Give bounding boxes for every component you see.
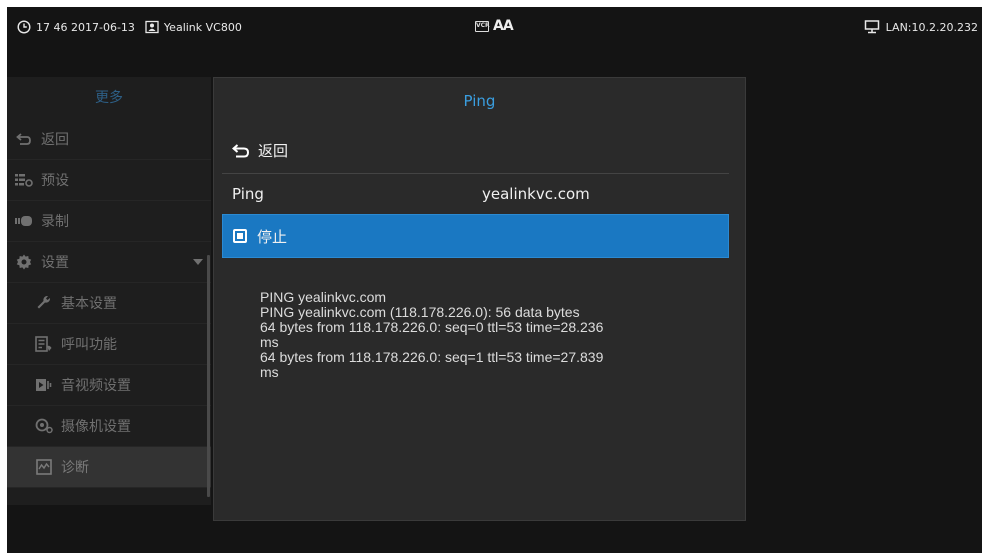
- menu-item-audio-video[interactable]: 音视频设置: [7, 365, 211, 406]
- menu-item-label: 录制: [41, 214, 69, 230]
- menu-item-diagnostics[interactable]: 诊断: [7, 447, 211, 488]
- panel-title: Ping: [463, 92, 496, 110]
- output-line: ms: [260, 364, 279, 380]
- stop-label: 停止: [257, 227, 288, 246]
- stop-button[interactable]: 停止: [222, 214, 729, 258]
- status-left: 17 46 2017-06-13 Yealink VC800: [17, 20, 242, 34]
- font-size-icon: AA: [493, 18, 514, 34]
- status-center: VCR AA: [475, 18, 514, 34]
- menu-scrollbar[interactable]: [207, 255, 210, 497]
- output-line: PING yealinkvc.com (118.178.226.0): 56 d…: [260, 304, 580, 320]
- status-bar: 17 46 2017-06-13 Yealink VC800 VCR AA LA…: [7, 7, 982, 49]
- back-button[interactable]: 返回: [222, 130, 729, 171]
- output-line: 64 bytes from 118.178.226.0: seq=1 ttl=5…: [260, 349, 604, 365]
- wrench-icon: [35, 295, 53, 311]
- ping-output: PING yealinkvc.com PING yealinkvc.com (1…: [260, 290, 730, 380]
- menu-item-label: 摄像机设置: [61, 419, 131, 435]
- menu-item-camera-settings[interactable]: 摄像机设置: [7, 406, 211, 447]
- menu-item-record[interactable]: 录制: [7, 201, 211, 242]
- menu-item-label: 诊断: [61, 460, 89, 476]
- output-line: PING yealinkvc.com: [260, 289, 387, 305]
- more-menu: 更多 返回 预设 录制 设置 基本设置 呼叫功能 音视频设置 摄像机设置 诊断: [7, 77, 211, 505]
- menu-item-label: 返回: [41, 132, 69, 148]
- menu-item-settings[interactable]: 设置: [7, 242, 211, 283]
- ping-target-row[interactable]: Ping yealinkvc.com: [222, 173, 729, 214]
- stop-icon: [233, 229, 247, 243]
- menu-item-back[interactable]: 返回: [7, 119, 211, 160]
- back-icon: [15, 131, 33, 147]
- back-icon: [232, 143, 250, 157]
- record-icon: [15, 213, 33, 229]
- chevron-down-icon: [193, 259, 203, 265]
- call-feature-icon: [35, 336, 53, 352]
- menu-item-label: 呼叫功能: [61, 337, 117, 353]
- vcr-icon: VCR: [475, 20, 490, 32]
- device-name: Yealink VC800: [163, 20, 242, 34]
- ping-label: Ping: [232, 185, 264, 203]
- contact-card-icon: [145, 20, 159, 34]
- lan-monitor-icon: [864, 20, 879, 34]
- clock-icon: [17, 20, 31, 34]
- menu-item-basic-settings[interactable]: 基本设置: [7, 283, 211, 324]
- ping-panel: Ping 返回 Ping yealinkvc.com 停止 PING yeali…: [213, 77, 746, 521]
- menu-item-label: 音视频设置: [61, 378, 131, 394]
- menu-item-label: 基本设置: [61, 296, 117, 312]
- datetime: 17 46 2017-06-13: [36, 20, 135, 34]
- menu-title: 更多: [95, 90, 123, 106]
- lan-address: LAN:10.2.20.232: [885, 20, 978, 34]
- ping-target-value: yealinkvc.com: [482, 185, 590, 203]
- menu-item-preset[interactable]: 预设: [7, 160, 211, 201]
- menu-item-call-features[interactable]: 呼叫功能: [7, 324, 211, 365]
- camera-icon: [35, 418, 53, 434]
- gear-icon: [15, 254, 33, 270]
- back-label: 返回: [258, 142, 289, 160]
- status-right: LAN:10.2.20.232: [864, 20, 978, 34]
- output-line: ms: [260, 334, 279, 350]
- audio-video-icon: [35, 377, 53, 393]
- preset-icon: [15, 172, 33, 188]
- menu-item-label: 预设: [41, 173, 69, 189]
- diagnostics-icon: [35, 459, 53, 475]
- output-line: 64 bytes from 118.178.226.0: seq=0 ttl=5…: [260, 319, 604, 335]
- screen: 17 46 2017-06-13 Yealink VC800 VCR AA LA…: [7, 7, 982, 553]
- menu-item-label: 设置: [41, 255, 69, 271]
